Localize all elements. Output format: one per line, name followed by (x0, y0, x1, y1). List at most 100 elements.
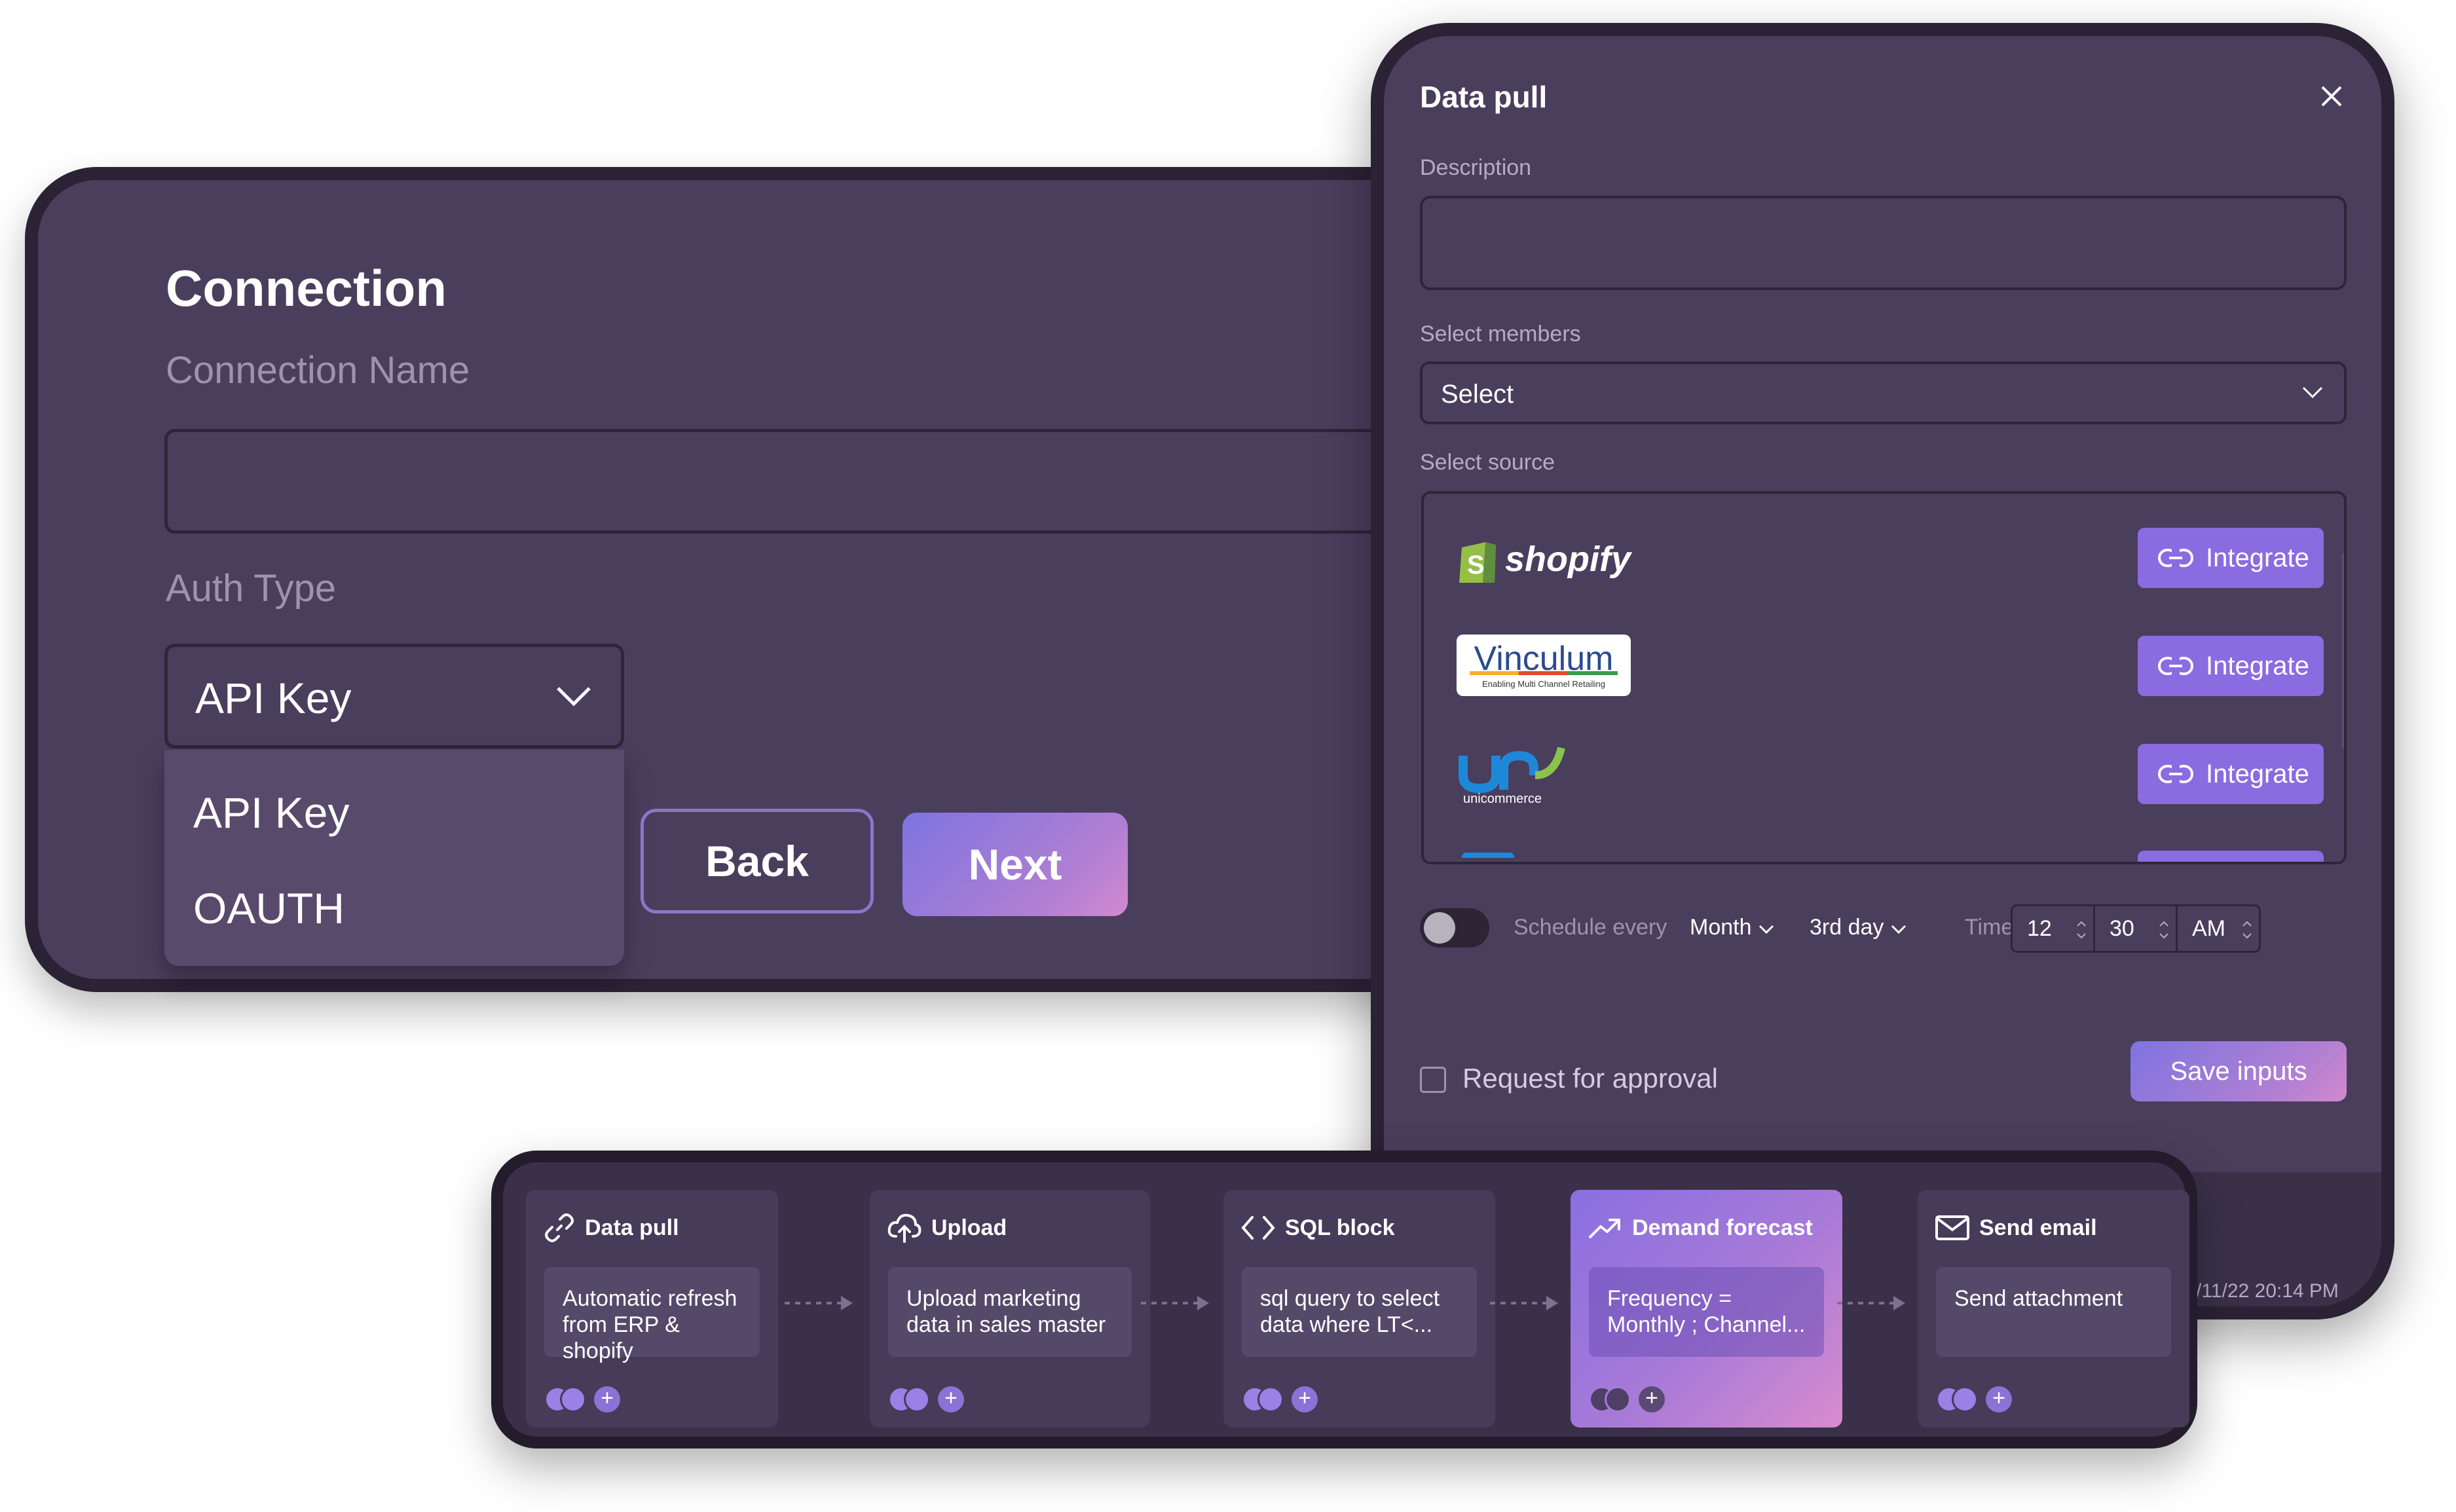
step-card-sql-block[interactable]: SQL block sql query to select data where… (1223, 1190, 1495, 1428)
source-row-shopify: S shopify Integrate (1424, 520, 2344, 599)
step-description: sql query to select data where LT<... (1242, 1267, 1477, 1357)
minute-value: 30 (2110, 915, 2134, 941)
add-assignee-button[interactable]: + (1986, 1386, 2012, 1412)
save-inputs-button[interactable]: Save inputs (2130, 1041, 2347, 1101)
step-assignees: + (1589, 1386, 1665, 1412)
schedule-day-select[interactable]: 3rd day (1810, 915, 1907, 940)
flow-arrow-icon (1141, 1296, 1209, 1310)
source-label: Select source (1420, 450, 1555, 475)
unicommerce-logo-text: unicommerce (1463, 792, 1542, 806)
avatar (904, 1386, 930, 1412)
code-icon (1241, 1216, 1275, 1240)
mail-icon (1935, 1215, 1969, 1240)
members-label: Select members (1420, 322, 1581, 346)
next-button[interactable]: Next (902, 813, 1128, 916)
ampm-stepper[interactable]: AM (2178, 906, 2259, 951)
step-assignees: + (1936, 1386, 2012, 1412)
stepper-arrows-icon (2159, 921, 2168, 939)
step-card-send-email[interactable]: Send email Send attachment + (1918, 1190, 2189, 1428)
link-icon (2158, 764, 2193, 784)
connection-panel: Connection Connection Name Auth Type API… (25, 167, 1605, 992)
chevron-down-icon (1758, 925, 1774, 934)
chevron-down-icon (2302, 386, 2323, 399)
connection-name-label: Connection Name (166, 349, 470, 392)
integrate-label: Integrate (2206, 759, 2309, 788)
step-title: Demand forecast (1632, 1215, 1813, 1240)
link-icon (2158, 655, 2193, 676)
step-description: Frequency = Monthly ; Channel... (1589, 1267, 1824, 1357)
chevron-down-icon (1891, 925, 1906, 934)
approval-checkbox[interactable] (1420, 1067, 1446, 1093)
close-icon[interactable] (2318, 83, 2345, 109)
avatar (1605, 1386, 1631, 1412)
approval-label: Request for approval (1462, 1063, 1718, 1094)
add-assignee-button[interactable]: + (1292, 1386, 1318, 1412)
partial-source-logo (1462, 853, 1514, 862)
trending-up-icon (1589, 1219, 1620, 1238)
step-description: Send attachment (1936, 1267, 2171, 1357)
schedule-day-value: 3rd day (1810, 915, 1884, 940)
workflow-pipeline: Data pull Automatic refresh from ERP & s… (491, 1151, 2197, 1448)
auth-type-menu: API Key OAUTH (164, 750, 624, 966)
source-list-scrollbar[interactable] (2342, 553, 2344, 749)
svg-text:S: S (1467, 551, 1485, 580)
step-title: Send email (1979, 1215, 2097, 1240)
schedule-label: Schedule every (1514, 915, 1667, 940)
step-assignees: + (544, 1386, 620, 1412)
dialog-title: Data pull (1420, 80, 1548, 114)
avatar (1952, 1386, 1978, 1412)
schedule-row: Schedule every Month 3rd day Time 12 30 … (1420, 895, 2356, 954)
unicommerce-logo: unicommerce (1459, 747, 1565, 806)
hour-stepper[interactable]: 12 (2013, 906, 2095, 951)
step-title: SQL block (1285, 1215, 1395, 1240)
auth-type-select[interactable]: API Key (164, 644, 624, 748)
step-assignees: + (888, 1386, 964, 1412)
auth-option-oauth[interactable]: OAUTH (193, 883, 344, 933)
integrate-button-vinculum[interactable]: Integrate (2138, 636, 2324, 696)
stepper-arrows-icon (2242, 921, 2252, 939)
integrate-label: Integrate (2206, 651, 2309, 680)
auth-option-api-key[interactable]: API Key (193, 788, 349, 838)
step-card-demand-forecast[interactable]: Demand forecast Frequency = Monthly ; Ch… (1571, 1190, 1842, 1428)
auth-type-label: Auth Type (166, 567, 337, 610)
vinculum-logo: Vinculum Enabling Multi Channel Retailin… (1457, 635, 1631, 696)
source-row-unicommerce: unicommerce Integrate (1424, 736, 2344, 815)
avatar (560, 1386, 586, 1412)
schedule-toggle[interactable] (1420, 908, 1489, 948)
integrate-button-unicommerce[interactable]: Integrate (2138, 744, 2324, 804)
members-select[interactable]: Select (1420, 361, 2347, 424)
footer-timestamp: /11/22 20:14 PM (2196, 1280, 2339, 1302)
back-button[interactable]: Back (641, 809, 874, 913)
step-title: Data pull (585, 1215, 679, 1240)
schedule-period-value: Month (1690, 915, 1752, 940)
description-input[interactable] (1420, 196, 2347, 290)
hour-value: 12 (2027, 915, 2052, 941)
add-assignee-button[interactable]: + (938, 1386, 964, 1412)
shopify-logo: S shopify (1459, 540, 1633, 583)
flow-arrow-icon (1490, 1296, 1558, 1310)
step-title: Upload (931, 1215, 1007, 1240)
vinculum-tagline: Enabling Multi Channel Retailing (1482, 679, 1605, 689)
flow-arrow-icon (785, 1296, 853, 1310)
members-value: Select (1441, 380, 1514, 409)
step-card-data-pull[interactable]: Data pull Automatic refresh from ERP & s… (526, 1190, 778, 1428)
auth-type-value: API Key (195, 674, 352, 722)
minute-stepper[interactable]: 30 (2095, 906, 2178, 951)
source-list: S shopify Integrate Vinculum Enabling Mu… (1421, 491, 2347, 864)
add-assignee-button[interactable]: + (1639, 1386, 1665, 1412)
time-label: Time (1965, 915, 2014, 940)
step-description: Automatic refresh from ERP & shopify (544, 1267, 760, 1363)
schedule-period-select[interactable]: Month (1690, 915, 1775, 940)
integrate-button-partial[interactable] (2138, 851, 2324, 862)
step-description: Upload marketing data in sales master (888, 1267, 1132, 1357)
ampm-value: AM (2192, 915, 2225, 941)
stepper-arrows-icon (2077, 921, 2086, 939)
chevron-down-icon (557, 687, 591, 707)
time-picker: 12 30 AM (2011, 904, 2261, 953)
integrate-label: Integrate (2206, 543, 2309, 572)
integrate-button-shopify[interactable]: Integrate (2138, 528, 2324, 588)
add-assignee-button[interactable]: + (594, 1386, 620, 1412)
step-card-upload[interactable]: Upload Upload marketing data in sales ma… (870, 1190, 1150, 1428)
description-label: Description (1420, 155, 1532, 180)
step-assignees: + (1242, 1386, 1318, 1412)
